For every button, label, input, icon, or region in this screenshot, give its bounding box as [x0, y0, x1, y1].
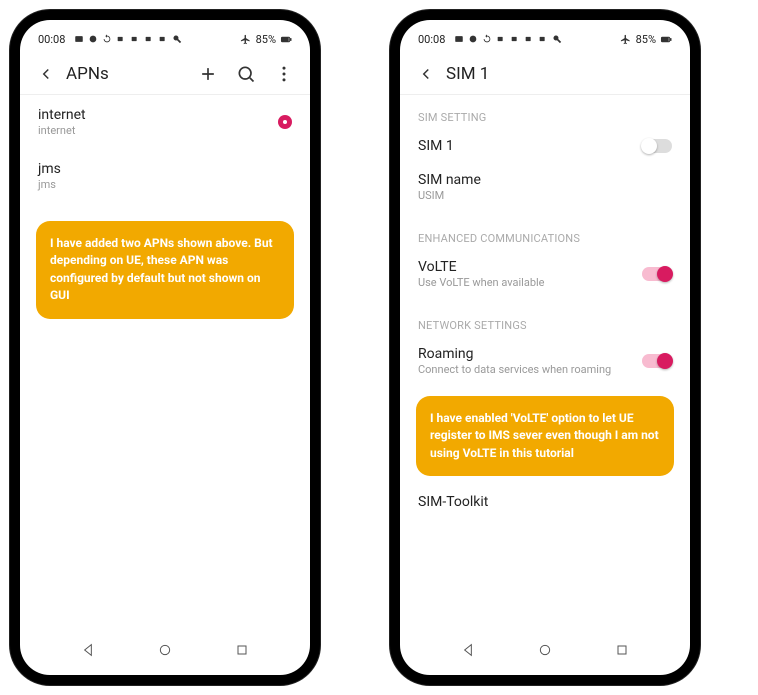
nav-home-icon[interactable]	[156, 641, 174, 659]
volte-label: VoLTE	[418, 259, 545, 275]
sync-icon	[101, 33, 113, 45]
apns-header: APNs	[20, 52, 310, 95]
phone-left: 00:08 85%	[10, 10, 320, 685]
back-icon[interactable]	[36, 64, 56, 84]
status-right: 85%	[620, 33, 672, 46]
status-bar: 00:08 85%	[20, 26, 310, 52]
nav-bar	[400, 631, 690, 675]
sim-name-value: USIM	[418, 189, 481, 202]
nav-recent-icon[interactable]	[233, 641, 251, 659]
sim-toolkit-row[interactable]: SIM-Toolkit	[400, 486, 690, 520]
sim1-toggle-row[interactable]: SIM 1	[400, 130, 690, 164]
sim1-switch[interactable]	[642, 139, 672, 153]
section-network: NETWORK SETTINGS	[400, 303, 690, 338]
sim-toolkit-label: SIM-Toolkit	[418, 494, 488, 510]
nav-home-icon[interactable]	[536, 641, 554, 659]
sim1-content: SIM SETTING SIM 1 SIM name USIM ENHANCED…	[400, 95, 690, 631]
roaming-sub: Connect to data services when roaming	[418, 363, 611, 376]
radio-selected-icon[interactable]	[278, 115, 292, 129]
volte-sub: Use VoLTE when available	[418, 276, 545, 289]
battery-percent: 85%	[636, 33, 656, 46]
apn-row-jms[interactable]: jms jms	[20, 149, 310, 203]
apn-row-internet[interactable]: internet internet	[20, 95, 310, 149]
phone-right: 00:08 85%	[390, 10, 700, 685]
more-icon[interactable]	[274, 64, 294, 84]
airplane-icon	[620, 33, 632, 45]
airplane-icon	[240, 33, 252, 45]
sim-name-row[interactable]: SIM name USIM	[400, 164, 690, 216]
video-icon-1	[495, 33, 507, 45]
nav-back-icon[interactable]	[79, 641, 97, 659]
gear-icon	[87, 33, 99, 45]
page-title: SIM 1	[446, 64, 489, 84]
video-icon-4	[537, 33, 549, 45]
search-icon[interactable]	[236, 64, 256, 84]
sim-name-label: SIM name	[418, 172, 481, 188]
wrench-icon	[551, 33, 563, 45]
video-icon-1	[115, 33, 127, 45]
video-icon-3	[523, 33, 535, 45]
section-enhanced: ENHANCED COMMUNICATIONS	[400, 216, 690, 251]
volte-switch[interactable]	[642, 267, 672, 281]
annotation-note-left: I have added two APNs shown above. But d…	[36, 221, 294, 319]
sync-icon	[481, 33, 493, 45]
gear-icon	[467, 33, 479, 45]
status-bar: 00:08 85%	[400, 26, 690, 52]
page-title: APNs	[66, 64, 109, 84]
status-left: 00:08	[38, 33, 183, 46]
battery-icon	[660, 33, 672, 45]
status-time: 00:08	[418, 33, 445, 46]
sim1-header: SIM 1	[400, 52, 690, 95]
roaming-label: Roaming	[418, 346, 611, 362]
back-icon[interactable]	[416, 64, 436, 84]
status-right: 85%	[240, 33, 292, 46]
status-icons-left	[73, 33, 183, 45]
message-icon	[73, 33, 85, 45]
status-time: 00:08	[38, 33, 65, 46]
status-left: 00:08	[418, 33, 563, 46]
screen-sim1: 00:08 85%	[400, 20, 690, 675]
apn-sub: jms	[38, 178, 61, 191]
wrench-icon	[171, 33, 183, 45]
roaming-row[interactable]: Roaming Connect to data services when ro…	[400, 338, 690, 386]
annotation-note-right: I have enabled 'VoLTE' option to let UE …	[416, 396, 674, 476]
sim1-label: SIM 1	[418, 138, 454, 154]
video-icon-3	[143, 33, 155, 45]
nav-bar	[20, 631, 310, 675]
battery-icon	[280, 33, 292, 45]
apns-content: internet internet jms jms I have added t…	[20, 95, 310, 631]
apn-sub: internet	[38, 124, 86, 137]
battery-percent: 85%	[256, 33, 276, 46]
nav-recent-icon[interactable]	[613, 641, 631, 659]
video-icon-2	[509, 33, 521, 45]
video-icon-4	[157, 33, 169, 45]
nav-back-icon[interactable]	[459, 641, 477, 659]
screen-apns: 00:08 85%	[20, 20, 310, 675]
section-sim-setting: SIM SETTING	[400, 95, 690, 130]
add-icon[interactable]	[198, 64, 218, 84]
status-icons-left	[453, 33, 563, 45]
video-icon-2	[129, 33, 141, 45]
volte-row[interactable]: VoLTE Use VoLTE when available	[400, 251, 690, 303]
roaming-switch[interactable]	[642, 354, 672, 368]
apn-title: jms	[38, 161, 61, 177]
message-icon	[453, 33, 465, 45]
apn-title: internet	[38, 107, 86, 123]
